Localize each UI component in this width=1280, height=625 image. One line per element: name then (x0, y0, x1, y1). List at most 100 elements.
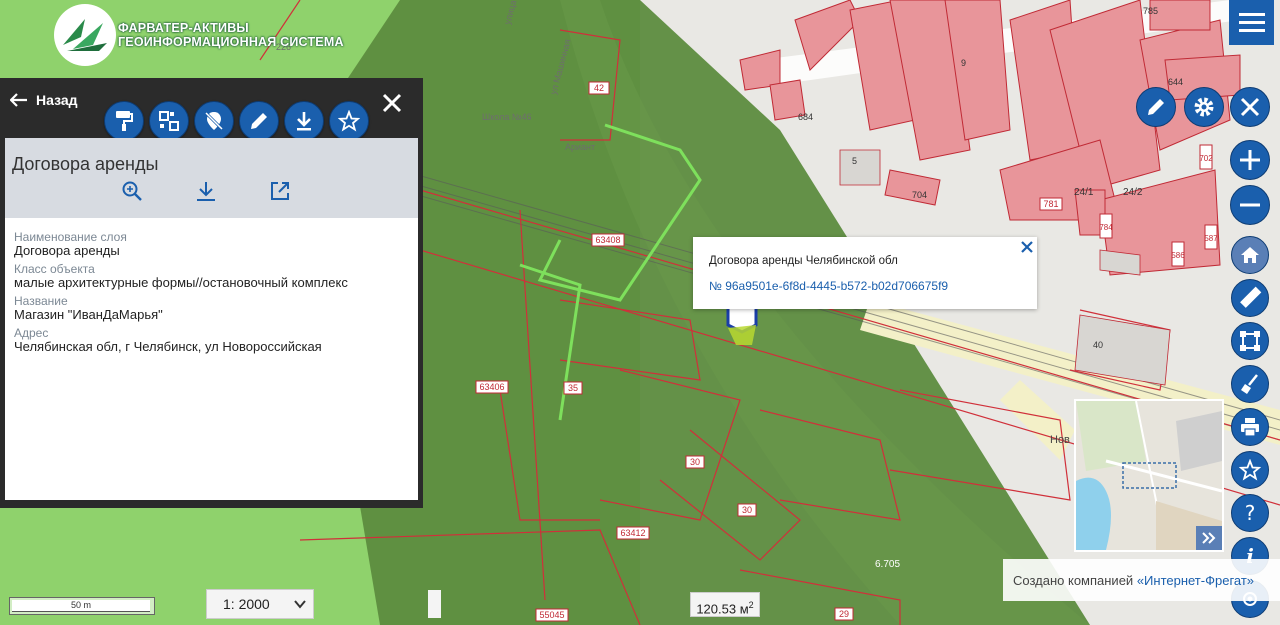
close-icon (1021, 241, 1033, 253)
print-button[interactable] (1231, 408, 1269, 446)
clear-button[interactable] (1231, 365, 1269, 403)
favorite-button[interactable] (329, 101, 369, 141)
panel-title-bar: Договора аренды (5, 138, 418, 218)
overview-minimap[interactable] (1074, 399, 1224, 552)
area-value: 120.53 м (696, 601, 749, 617)
star-icon (338, 110, 360, 132)
popup-object-link[interactable]: № 96a9501e-6f8d-4445-b572-b02d706675f9 (709, 279, 948, 293)
zoom-in-button[interactable] (1230, 140, 1270, 180)
close-tool-button[interactable] (1230, 87, 1270, 127)
map-popup: Договора аренды Челябинской обл № 96a950… (693, 237, 1037, 309)
panel-actions (121, 180, 291, 202)
field-label: Класс объекта (14, 262, 95, 276)
home-icon (1241, 247, 1259, 263)
chevron-down-icon (294, 600, 306, 609)
close-panel-button[interactable] (382, 92, 402, 116)
map-label: 63412 (620, 528, 645, 538)
popup-close-button[interactable] (1021, 237, 1033, 258)
app-logo[interactable]: ФАРВАТЕР-АКТИВЫ ГЕОИНФОРМАЦИОННАЯ СИСТЕМ… (54, 4, 344, 66)
map-label: 684 (798, 112, 813, 122)
hide-location-button[interactable] (194, 101, 234, 141)
home-button[interactable] (1231, 236, 1269, 274)
edit-icon (251, 113, 267, 129)
measure-button[interactable] (1231, 279, 1269, 317)
map-label: 42 (594, 83, 604, 93)
ruler-icon (1240, 286, 1262, 308)
edit-button[interactable] (239, 101, 279, 141)
field-value: Договора аренды (14, 243, 120, 258)
download-button[interactable] (284, 101, 324, 141)
open-external-icon[interactable] (269, 180, 291, 202)
logo-line2: ГЕОИНФОРМАЦИОННАЯ СИСТЕМА (118, 35, 344, 49)
field-value: малые архитектурные формы//остановочный … (14, 275, 348, 290)
panel-title: Договора аренды (12, 154, 159, 174)
layers-button[interactable] (149, 101, 189, 141)
gear-icon (1194, 97, 1214, 117)
favorites-button[interactable] (1231, 451, 1269, 489)
draw-button[interactable] (1136, 87, 1176, 127)
scale-value: 1: 2000 (223, 596, 270, 612)
back-button[interactable]: Назад (10, 92, 78, 108)
attribution-toggle[interactable] (428, 590, 441, 618)
map-label: 30 (690, 457, 700, 467)
map-label: 40 (1093, 340, 1103, 350)
area-unit-sup: 2 (748, 600, 754, 610)
popup-title: Договора аренды Челябинской обл (709, 255, 898, 267)
download-icon (297, 112, 311, 131)
logo-emblem-icon (54, 4, 116, 66)
map-label: 35 (568, 383, 578, 393)
map-label: 644 (1168, 77, 1183, 87)
broom-icon (1241, 374, 1258, 394)
location-off-icon (204, 111, 224, 131)
map-label: 9 (961, 58, 966, 68)
question-icon: ? (1245, 502, 1256, 524)
field-label: Адрес (14, 326, 49, 340)
credit-link[interactable]: «Интернет-Фрегат» (1137, 573, 1254, 588)
zoom-to-icon[interactable] (121, 180, 143, 202)
map-label: 24/2 (1123, 187, 1143, 198)
credit-text: Создано компанией (1013, 572, 1134, 588)
map-label: 30 (742, 505, 752, 515)
logo-text: ФАРВАТЕР-АКТИВЫ ГЕОИНФОРМАЦИОННАЯ СИСТЕМ… (118, 21, 344, 49)
plus-icon (1240, 150, 1260, 170)
paint-roller-icon (116, 111, 133, 131)
select-objects-button[interactable] (1231, 322, 1269, 360)
map-label: 29 (839, 609, 849, 619)
field-label: Наименование слоя (14, 230, 127, 244)
layers-icon (159, 111, 179, 131)
panel-toolbar (104, 101, 369, 141)
vector-select-icon (1240, 331, 1260, 351)
scale-bar-label: 50 m (12, 600, 150, 612)
object-info-panel: Назад Договора аренды Наименование слоя … (0, 78, 423, 508)
main-menu-button[interactable] (1229, 0, 1274, 45)
zoom-out-button[interactable] (1230, 185, 1270, 225)
panel-attributes: Наименование слоя Договора аренды Класс … (5, 218, 418, 500)
download-icon[interactable] (195, 180, 217, 202)
style-button[interactable] (104, 101, 144, 141)
back-label: Назад (36, 92, 78, 108)
map-label: 587 (1204, 234, 1218, 243)
menu-icon (1238, 13, 1265, 16)
map-label: 785 (1143, 6, 1158, 16)
map-label: 784 (1099, 223, 1113, 232)
printer-icon (1241, 418, 1259, 437)
panel-header: Назад (0, 78, 423, 141)
scale-select[interactable]: 1: 2000 (206, 589, 314, 619)
area-measure: 120.53 м2 (690, 592, 760, 617)
field-value: Челябинская обл, г Челябинск, ул Новорос… (14, 339, 322, 354)
minimap-toggle-button[interactable] (1196, 526, 1222, 550)
map-label: 586 (1171, 251, 1185, 260)
map-label: 6.705 (875, 559, 900, 570)
map-label: Ариант (565, 142, 595, 152)
field-label: Название (14, 294, 68, 308)
arrow-left-icon (10, 93, 27, 107)
map-label: Нов (1050, 434, 1070, 446)
help-button[interactable]: ? (1231, 494, 1269, 532)
pencil-icon (1148, 99, 1164, 115)
map-label: 63408 (595, 235, 620, 245)
settings-button[interactable] (1184, 87, 1224, 127)
map-label: 55045 (539, 610, 564, 620)
close-icon (382, 93, 402, 113)
minus-icon (1240, 203, 1260, 207)
star-icon (1239, 459, 1261, 481)
